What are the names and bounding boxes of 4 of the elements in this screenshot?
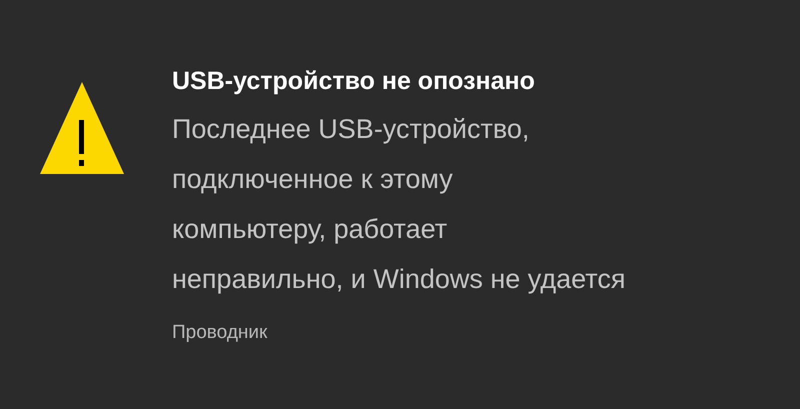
notification-title: USB-устройство не опознано <box>172 66 536 97</box>
app-name: Проводник <box>172 322 268 344</box>
warning-icon <box>38 80 126 176</box>
notification-message: Последнее USB-устройство, подключенное к этому компьютеру, работает неправильно, и Windows не удается <box>172 113 626 296</box>
